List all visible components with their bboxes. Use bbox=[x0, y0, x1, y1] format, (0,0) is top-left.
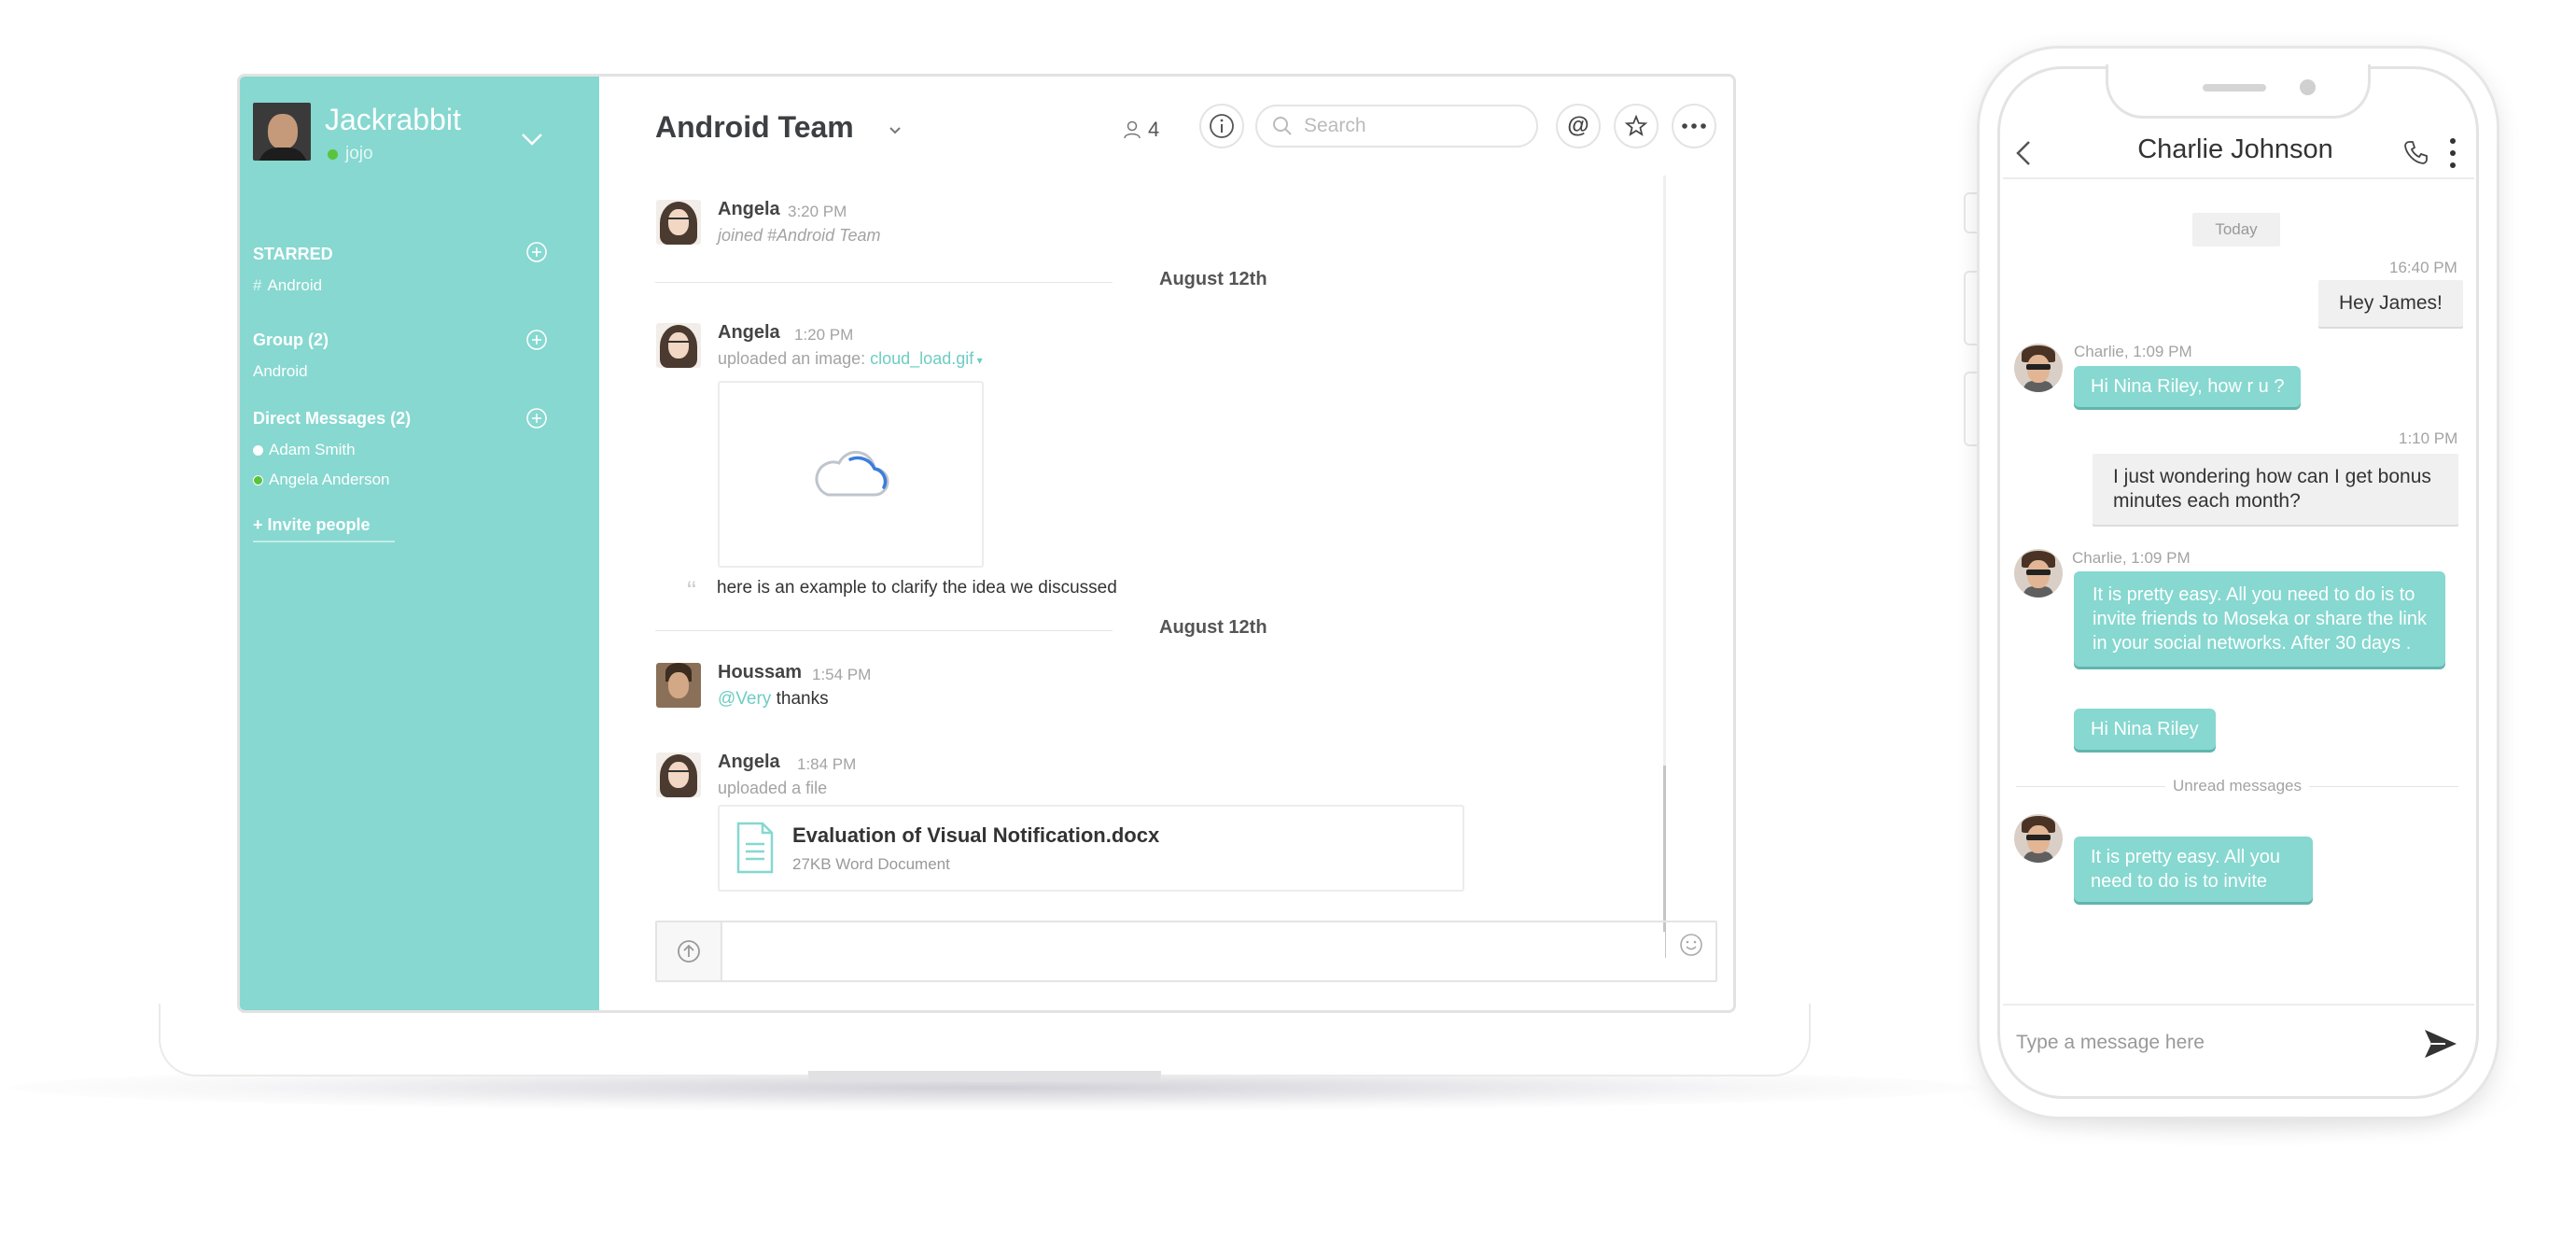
file-size: 27KB Word Document bbox=[792, 855, 950, 873]
avatar[interactable] bbox=[656, 753, 701, 797]
sidebar-item-android-channel[interactable]: # Android bbox=[253, 276, 322, 295]
section-title-group: Group (2) bbox=[253, 331, 329, 349]
add-circle-icon[interactable] bbox=[525, 407, 548, 429]
team-name[interactable]: Jackrabbit bbox=[325, 103, 461, 137]
laptop-notch bbox=[808, 1071, 1161, 1082]
message-time: 16:40 PM bbox=[2389, 259, 2457, 276]
laptop-base bbox=[159, 1004, 1811, 1076]
avatar[interactable] bbox=[656, 200, 701, 245]
caret-down-icon[interactable]: ▾ bbox=[973, 354, 983, 367]
date-divider-line bbox=[655, 282, 1113, 283]
message-author[interactable]: Houssam bbox=[718, 662, 802, 683]
outgoing-message[interactable]: Hey James! bbox=[2318, 280, 2463, 327]
phone-icon[interactable] bbox=[2402, 138, 2430, 166]
incoming-message[interactable]: Hi Nina Riley bbox=[2074, 709, 2216, 750]
add-circle-icon[interactable] bbox=[525, 241, 548, 263]
phone-side-button bbox=[1964, 372, 1977, 446]
desktop-app-window: Jackrabbit jojo STARRED # Android Group … bbox=[237, 74, 1736, 1013]
message-composer bbox=[655, 921, 1717, 982]
back-icon[interactable] bbox=[2012, 138, 2035, 168]
sidebar-item-android-group[interactable]: Android bbox=[253, 362, 308, 381]
sidebar: Jackrabbit jojo STARRED # Android Group … bbox=[240, 77, 599, 1010]
incoming-message[interactable]: It is pretty easy. All you need to do is… bbox=[2074, 571, 2445, 667]
day-separator: Today bbox=[2192, 213, 2280, 246]
status-dot bbox=[253, 474, 263, 485]
user-status: jojo bbox=[328, 144, 373, 164]
section-title-direct-messages: Direct Messages (2) bbox=[253, 409, 412, 428]
message-author[interactable]: Angela bbox=[718, 199, 780, 220]
send-icon[interactable] bbox=[2423, 1027, 2458, 1061]
sidebar-item-label: Angela Anderson bbox=[269, 471, 390, 488]
hash-icon: # bbox=[253, 276, 262, 294]
phone-side-button bbox=[1964, 271, 1977, 345]
file-attachment[interactable]: Evaluation of Visual Notification.docx 2… bbox=[718, 805, 1464, 892]
avatar[interactable] bbox=[2014, 814, 2063, 863]
team-avatar[interactable] bbox=[253, 103, 311, 161]
phone-side-button bbox=[1964, 192, 1977, 233]
message-meta: joined #Android Team bbox=[718, 226, 881, 245]
incoming-message[interactable]: Hi Nina Riley, how r u ? bbox=[2074, 366, 2302, 407]
outgoing-message[interactable]: I just wondering how can I get bonus min… bbox=[2093, 454, 2458, 525]
incoming-message[interactable]: It is pretty easy. All you need to do is… bbox=[2074, 837, 2313, 902]
message-meta: Charlie, 1:09 PM bbox=[2072, 549, 2191, 567]
sidebar-item-adam-smith[interactable]: Adam Smith bbox=[253, 441, 356, 459]
message-input[interactable] bbox=[732, 932, 1665, 971]
phone-message-input[interactable] bbox=[2014, 1027, 2406, 1059]
camera bbox=[2300, 79, 2316, 95]
document-icon bbox=[736, 822, 774, 874]
date-divider: August 12th bbox=[1159, 617, 1267, 638]
add-circle-icon[interactable] bbox=[525, 329, 548, 351]
message-author[interactable]: Angela bbox=[718, 322, 780, 344]
username: jojo bbox=[345, 144, 373, 163]
sidebar-item-angela-anderson[interactable]: Angela Anderson bbox=[253, 471, 390, 489]
message-time: 1:10 PM bbox=[2399, 429, 2458, 447]
unread-divider: Unread messages bbox=[2016, 777, 2458, 795]
scrollbar-track[interactable] bbox=[1663, 176, 1666, 958]
section-title-starred: STARRED bbox=[253, 245, 333, 263]
avatar[interactable] bbox=[2014, 344, 2063, 392]
more-vertical-icon[interactable] bbox=[2447, 136, 2458, 170]
message-time: 3:20 PM bbox=[788, 203, 847, 220]
phone-notch bbox=[2106, 64, 2371, 119]
sidebar-item-label: Android bbox=[253, 362, 308, 380]
message-meta: uploaded a file bbox=[718, 779, 828, 797]
attachment-link[interactable]: cloud_load.gif bbox=[870, 349, 973, 368]
date-divider-line bbox=[655, 630, 1113, 631]
speaker bbox=[2203, 84, 2266, 91]
header-divider bbox=[2003, 177, 2474, 179]
upload-icon bbox=[678, 940, 700, 963]
emoji-icon[interactable] bbox=[1678, 932, 1704, 958]
chevron-down-icon[interactable] bbox=[518, 125, 546, 153]
message-time: 1:20 PM bbox=[794, 326, 854, 344]
file-name[interactable]: Evaluation of Visual Notification.docx bbox=[792, 823, 1159, 848]
sidebar-item-label: Adam Smith bbox=[269, 441, 356, 458]
image-attachment[interactable] bbox=[718, 381, 984, 568]
composer-divider bbox=[2003, 1004, 2474, 1006]
online-status-dot bbox=[328, 148, 338, 160]
contact-name: Charlie Johnson bbox=[2137, 134, 2333, 164]
message-author[interactable]: Angela bbox=[718, 752, 780, 773]
sidebar-item-label: Android bbox=[267, 276, 323, 294]
message-text: @Very thanks bbox=[718, 689, 829, 709]
invite-people-link[interactable]: + Invite people bbox=[253, 515, 395, 542]
message-list[interactable]: Angela 3:20 PM joined #Android Team Augu… bbox=[599, 77, 1733, 1010]
avatar[interactable] bbox=[2014, 549, 2063, 598]
message-time: 1:84 PM bbox=[797, 755, 857, 773]
main-panel: Android Team 4 @ Angela 3:20 PM joined #… bbox=[599, 77, 1733, 1010]
date-divider: August 12th bbox=[1159, 269, 1267, 289]
upload-button[interactable] bbox=[657, 922, 722, 980]
quote-icon: “ bbox=[687, 576, 696, 607]
cloud-icon bbox=[815, 450, 889, 497]
avatar[interactable] bbox=[656, 663, 701, 708]
message-time: 1:54 PM bbox=[812, 666, 872, 683]
message-meta: Charlie, 1:09 PM bbox=[2074, 343, 2192, 360]
status-dot bbox=[253, 444, 263, 456]
avatar[interactable] bbox=[656, 323, 701, 368]
message-caption: here is an example to clarify the idea w… bbox=[717, 578, 1117, 598]
mention-link[interactable]: @Very bbox=[718, 689, 771, 709]
message-meta: uploaded an image: cloud_load.gif ▾ bbox=[718, 349, 983, 368]
